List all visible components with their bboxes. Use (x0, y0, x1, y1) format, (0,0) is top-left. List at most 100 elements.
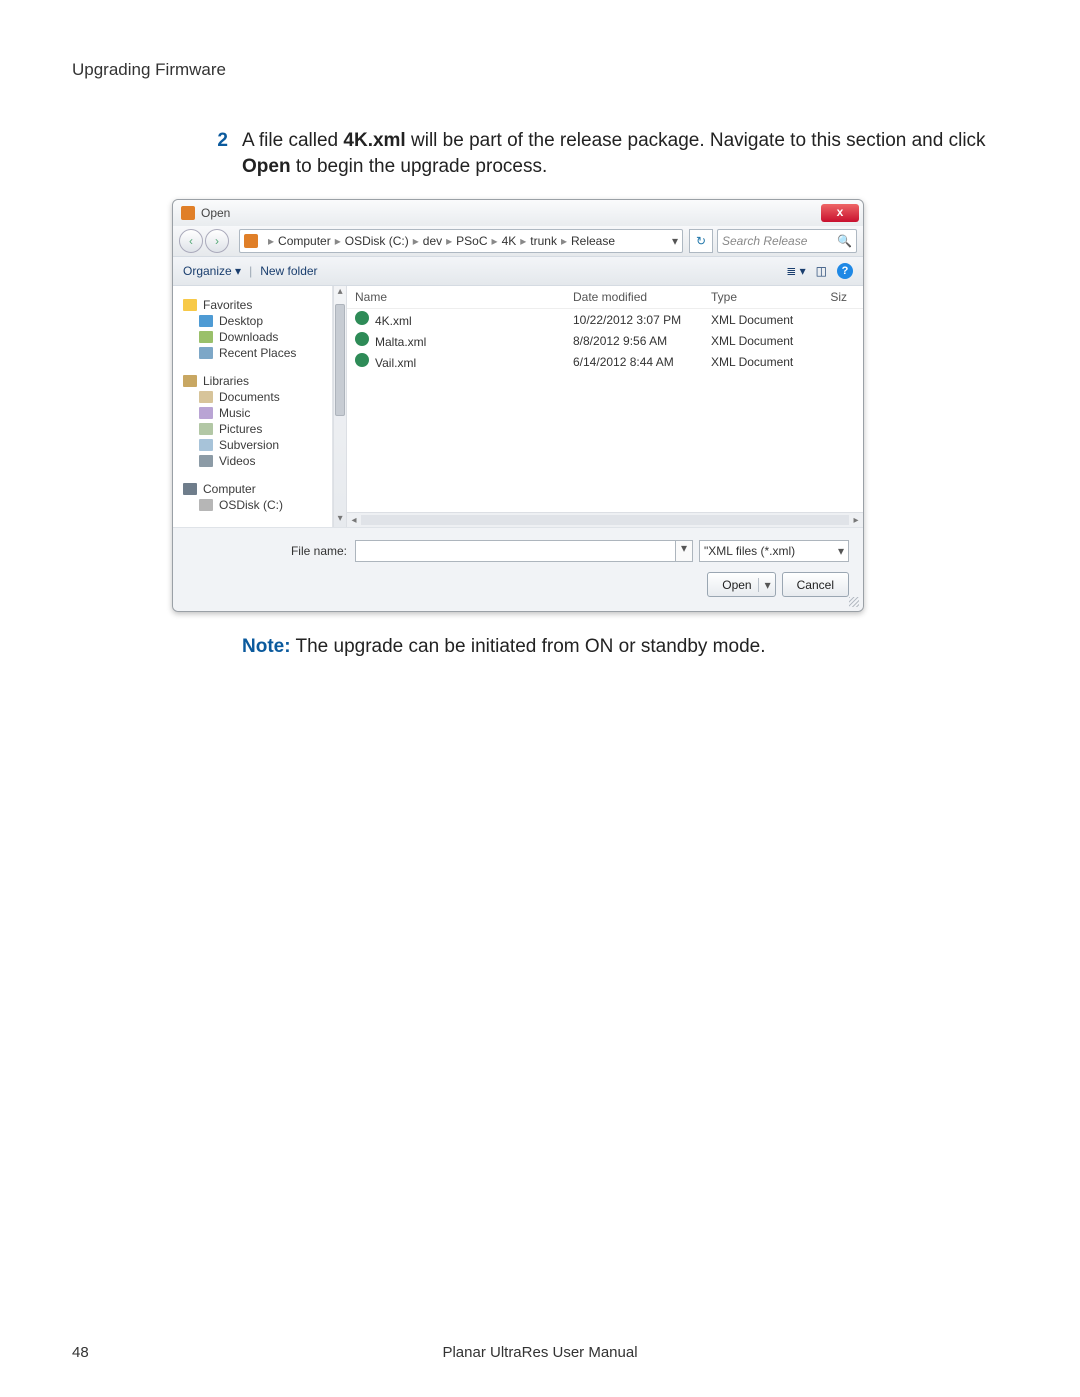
file-list[interactable]: Name Date modified Type Siz 4K.xml 10/22… (347, 286, 863, 527)
filetype-filter[interactable]: "XML files (*.xml) ▾ (699, 540, 849, 562)
tree-subversion[interactable]: Subversion (219, 438, 279, 452)
folder-icon (244, 234, 258, 248)
file-type: XML Document (711, 334, 819, 348)
tree-videos[interactable]: Videos (219, 454, 255, 468)
search-icon: 🔍 (837, 234, 852, 248)
file-hscrollbar[interactable]: ◂ ▸ (347, 512, 863, 527)
new-folder-button[interactable]: New folder (260, 264, 317, 278)
crumb-3[interactable]: PSoC (456, 234, 487, 248)
step-text-a: A file called (242, 130, 343, 151)
crumb-1[interactable]: OSDisk (C:) (345, 234, 409, 248)
col-name[interactable]: Name (355, 290, 573, 304)
nav-tree[interactable]: Favorites Desktop Downloads Recent Place… (173, 286, 333, 527)
chevron-down-icon: ▾ (838, 544, 844, 558)
crumb-6[interactable]: Release (571, 234, 615, 248)
organize-button[interactable]: Organize ▾ (183, 264, 241, 278)
crumb-2[interactable]: dev (423, 234, 442, 248)
dialog-titlebar[interactable]: Open x (173, 200, 863, 226)
search-placeholder: Search Release (722, 234, 807, 248)
close-button[interactable]: x (821, 204, 859, 222)
note-text: The upgrade can be initiated from ON or … (291, 636, 766, 657)
tree-scrollbar[interactable]: ▴ ▾ (333, 286, 347, 527)
open-dialog: Open x ‹ › ▸Computer ▸OSDisk (C:) ▸dev ▸… (172, 199, 864, 612)
col-size[interactable]: Siz (819, 290, 855, 304)
col-type[interactable]: Type (711, 290, 819, 304)
crumb-dropdown-icon[interactable]: ▾ (672, 234, 678, 248)
hscroll-left-icon[interactable]: ◂ (347, 515, 361, 526)
subversion-icon (199, 439, 213, 451)
breadcrumb[interactable]: ▸Computer ▸OSDisk (C:) ▸dev ▸PSoC ▸4K ▸t… (239, 229, 683, 253)
videos-icon (199, 455, 213, 467)
xml-file-icon (355, 353, 369, 367)
tree-desktop[interactable]: Desktop (219, 314, 263, 328)
col-date[interactable]: Date modified (573, 290, 711, 304)
note-label: Note: (242, 636, 291, 657)
desktop-icon (199, 315, 213, 327)
crumb-4[interactable]: 4K (502, 234, 517, 248)
file-name: Vail.xml (375, 356, 416, 370)
footer-title: Planar UltraRes User Manual (72, 1344, 1008, 1361)
scroll-thumb[interactable] (335, 304, 345, 416)
favorites-icon (183, 299, 197, 311)
documents-icon (199, 391, 213, 403)
scroll-down-icon[interactable]: ▾ (334, 513, 346, 527)
step-bold-filename: 4K.xml (343, 130, 405, 151)
file-date: 8/8/2012 9:56 AM (573, 334, 711, 348)
dialog-title-text: Open (201, 206, 230, 220)
step-instruction: A file called 4K.xml will be part of the… (242, 128, 1008, 179)
help-button[interactable]: ? (837, 263, 853, 279)
scroll-up-icon[interactable]: ▴ (334, 286, 346, 300)
file-row[interactable]: 4K.xml 10/22/2012 3:07 PM XML Document (347, 309, 863, 330)
filename-label: File name: (187, 544, 347, 558)
open-button[interactable]: Open ▾ (707, 572, 775, 597)
computer-icon (183, 483, 197, 495)
hscroll-right-icon[interactable]: ▸ (849, 515, 863, 526)
music-icon (199, 407, 213, 419)
search-input[interactable]: Search Release 🔍 (717, 229, 857, 253)
resize-grip[interactable] (849, 597, 859, 607)
file-name: 4K.xml (375, 314, 412, 328)
tree-documents[interactable]: Documents (219, 390, 280, 404)
tree-libraries[interactable]: Libraries (203, 374, 249, 388)
tree-osdisk[interactable]: OSDisk (C:) (219, 498, 283, 512)
tree-recent[interactable]: Recent Places (219, 346, 296, 360)
open-button-label: Open (722, 578, 751, 592)
file-row[interactable]: Malta.xml 8/8/2012 9:56 AM XML Document (347, 330, 863, 351)
tree-favorites[interactable]: Favorites (203, 298, 252, 312)
file-type: XML Document (711, 313, 819, 327)
cancel-button[interactable]: Cancel (782, 572, 849, 597)
file-date: 6/14/2012 8:44 AM (573, 355, 711, 369)
tree-downloads[interactable]: Downloads (219, 330, 278, 344)
view-button[interactable]: ≣ ▾ (786, 264, 805, 278)
downloads-icon (199, 331, 213, 343)
tree-music[interactable]: Music (219, 406, 250, 420)
nav-forward-button[interactable]: › (205, 229, 229, 253)
pictures-icon (199, 423, 213, 435)
filter-text: "XML files (*.xml) (704, 544, 795, 558)
libraries-icon (183, 375, 197, 387)
filename-dropdown[interactable]: ▾ (676, 540, 693, 562)
file-date: 10/22/2012 3:07 PM (573, 313, 711, 327)
crumb-5[interactable]: trunk (530, 234, 557, 248)
open-split-icon[interactable]: ▾ (758, 578, 771, 592)
nav-back-button[interactable]: ‹ (179, 229, 203, 253)
running-head: Upgrading Firmware (72, 60, 1008, 80)
xml-file-icon (355, 332, 369, 346)
step-number: 2 (202, 128, 228, 179)
app-icon (181, 206, 195, 220)
refresh-button[interactable]: ↻ (689, 229, 713, 253)
disk-icon (199, 499, 213, 511)
tree-pictures[interactable]: Pictures (219, 422, 262, 436)
step-text-b: will be part of the release package. Nav… (406, 130, 986, 151)
preview-pane-button[interactable]: ◫ (816, 264, 827, 278)
file-name: Malta.xml (375, 335, 426, 349)
tree-computer[interactable]: Computer (203, 482, 256, 496)
recent-icon (199, 347, 213, 359)
step-text-c: to begin the upgrade process. (291, 156, 548, 177)
step-bold-open: Open (242, 156, 291, 177)
filename-input[interactable] (355, 540, 676, 562)
file-row[interactable]: Vail.xml 6/14/2012 8:44 AM XML Document (347, 351, 863, 372)
crumb-0[interactable]: Computer (278, 234, 331, 248)
xml-file-icon (355, 311, 369, 325)
file-type: XML Document (711, 355, 819, 369)
